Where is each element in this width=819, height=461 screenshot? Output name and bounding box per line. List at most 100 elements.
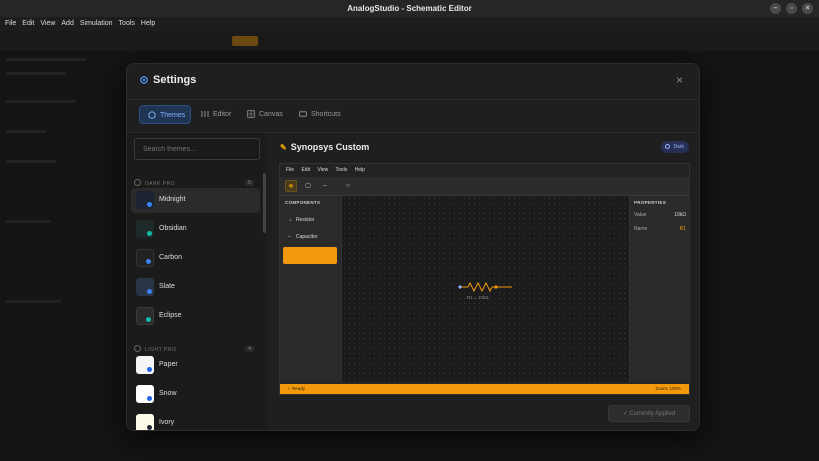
resistor-icon: ⊥ [288, 217, 293, 223]
menu-simulation[interactable]: Simulation [80, 17, 113, 31]
menu-tools[interactable]: Tools [119, 17, 135, 31]
property-row: Value 10kΩ [634, 212, 686, 218]
background-line [6, 58, 86, 61]
preview-statusbar: ✓ Ready Zoom: 100% [280, 384, 689, 394]
circle-tool-icon: ○ [346, 183, 350, 189]
group-count-badge: 4 [245, 346, 254, 352]
background-line [6, 100, 76, 103]
rect-tool-icon: ▢ [305, 183, 311, 189]
close-icon[interactable]: × [676, 73, 683, 87]
theme-label: Eclipse [159, 312, 182, 319]
accent-dot [147, 231, 152, 236]
theme-label: Paper [159, 361, 178, 368]
menu-help[interactable]: Help [141, 17, 155, 31]
status-zoom: Zoom: 100% [655, 386, 681, 391]
theme-item-snow[interactable]: Snow [131, 382, 260, 407]
search-input[interactable] [134, 138, 260, 160]
tab-editor[interactable]: Editor [193, 105, 239, 124]
menu-view[interactable]: View [40, 17, 55, 31]
background-line [6, 160, 56, 163]
property-value: 10kΩ [674, 212, 686, 218]
menu-file[interactable]: File [5, 17, 16, 31]
theme-item-eclipse[interactable]: Eclipse [131, 304, 260, 329]
background-line [6, 130, 46, 133]
grid-icon [247, 110, 255, 118]
preview-window: File Edit View Tools Help ✥ ▢ – ○ COMPON… [279, 163, 690, 395]
theme-item-paper[interactable]: Paper [131, 353, 260, 378]
gear-icon [140, 76, 148, 84]
theme-swatch [136, 278, 154, 296]
preview-menu-file: File [286, 167, 295, 173]
background-line [6, 220, 51, 223]
capacitor-icon: ⫞ [288, 234, 291, 240]
move-tool-icon: ✥ [285, 180, 297, 192]
component-capacitor: ⫞ Capacitor [288, 234, 317, 240]
accent-dot [147, 289, 152, 294]
theme-mode-badge: Dark [661, 141, 689, 153]
background-line [6, 300, 61, 303]
moon-icon [134, 179, 141, 186]
group-count-badge: 5 [245, 180, 254, 186]
theme-swatch [136, 307, 154, 325]
theme-item-slate[interactable]: Slate [131, 275, 260, 300]
theme-item-obsidian[interactable]: Obsidian [131, 217, 260, 242]
tab-canvas[interactable]: Canvas [239, 105, 289, 124]
theme-list-scrollbar[interactable] [263, 173, 266, 233]
menu-edit[interactable]: Edit [22, 17, 34, 31]
background-active-tool [232, 36, 258, 46]
theme-item-midnight[interactable]: Midnight [131, 188, 260, 213]
group-light-pro: LIGHT PRO [134, 345, 176, 353]
theme-label: Slate [159, 283, 175, 290]
settings-dialog: Settings × Themes Editor Canvas Shortcut… [126, 63, 700, 431]
menu-add[interactable]: Add [61, 17, 73, 31]
accent-dot [147, 367, 152, 372]
preview-menu-edit: Edit [301, 167, 311, 173]
preview-components-panel: COMPONENTS ⊥ Resistor ⫞ Capacitor [280, 196, 342, 382]
tab-label: Themes [160, 112, 186, 119]
sliders-icon [201, 111, 209, 117]
wire-label: R1 = 10kΩ [467, 295, 489, 300]
accent-dot [147, 202, 152, 207]
settings-tabs: Themes Editor Canvas Shortcuts [127, 99, 699, 133]
window-titlebar: AnalogStudio - Schematic Editor – ▫ × [0, 0, 819, 17]
tab-themes[interactable]: Themes [139, 105, 191, 124]
theme-swatch [136, 356, 154, 374]
preview-menu-view: View [317, 167, 329, 173]
theme-label: Midnight [159, 196, 186, 203]
group-dark-pro: DARK PRO [134, 179, 175, 187]
tab-label: Canvas [259, 111, 283, 118]
keyboard-icon [299, 111, 307, 117]
preview-menubar: File Edit View Tools Help [280, 164, 689, 177]
theme-item-carbon[interactable]: Carbon [131, 246, 260, 271]
maximize-button[interactable]: ▫ [786, 3, 797, 14]
theme-item-ivory[interactable]: Ivory [131, 411, 260, 430]
accent-dot [147, 425, 152, 430]
component-label: Resistor [296, 217, 315, 223]
window-close-button[interactable]: × [802, 3, 813, 14]
menubar: File Edit View Add Simulation Tools Help [0, 17, 819, 31]
theme-preview-icon: ✎ [280, 143, 287, 152]
background-toolbar [0, 31, 819, 51]
resistor-schematic: R1 = 10kΩ [458, 281, 512, 300]
components-header: COMPONENTS [285, 200, 321, 205]
preview-toolbar: ✥ ▢ – ○ [280, 177, 689, 196]
preview-menu-tools: Tools [335, 167, 348, 173]
badge-label: Dark [673, 144, 684, 150]
preview-properties-panel: PROPERTIES Value 10kΩ Name R1 [629, 196, 689, 382]
theme-swatch [136, 220, 154, 238]
window-title: AnalogStudio - Schematic Editor [347, 4, 472, 13]
property-value: R1 [679, 226, 686, 232]
minimize-button[interactable]: – [770, 3, 781, 14]
currently-applied-button[interactable]: ✓ Currently Applied [608, 405, 690, 422]
component-label: Capacitor [296, 234, 318, 240]
group-label: DARK PRO [145, 181, 176, 187]
component-selected-highlight [283, 247, 337, 264]
preview-title: ✎ Synopsys Custom [280, 142, 369, 152]
moon-icon [665, 144, 671, 149]
wire-tool-icon: – [323, 183, 327, 189]
accent-dot [146, 317, 151, 322]
tab-shortcuts[interactable]: Shortcuts [291, 105, 353, 124]
theme-label: Obsidian [159, 225, 187, 232]
theme-swatch [136, 385, 154, 403]
property-key: Value [634, 212, 647, 218]
